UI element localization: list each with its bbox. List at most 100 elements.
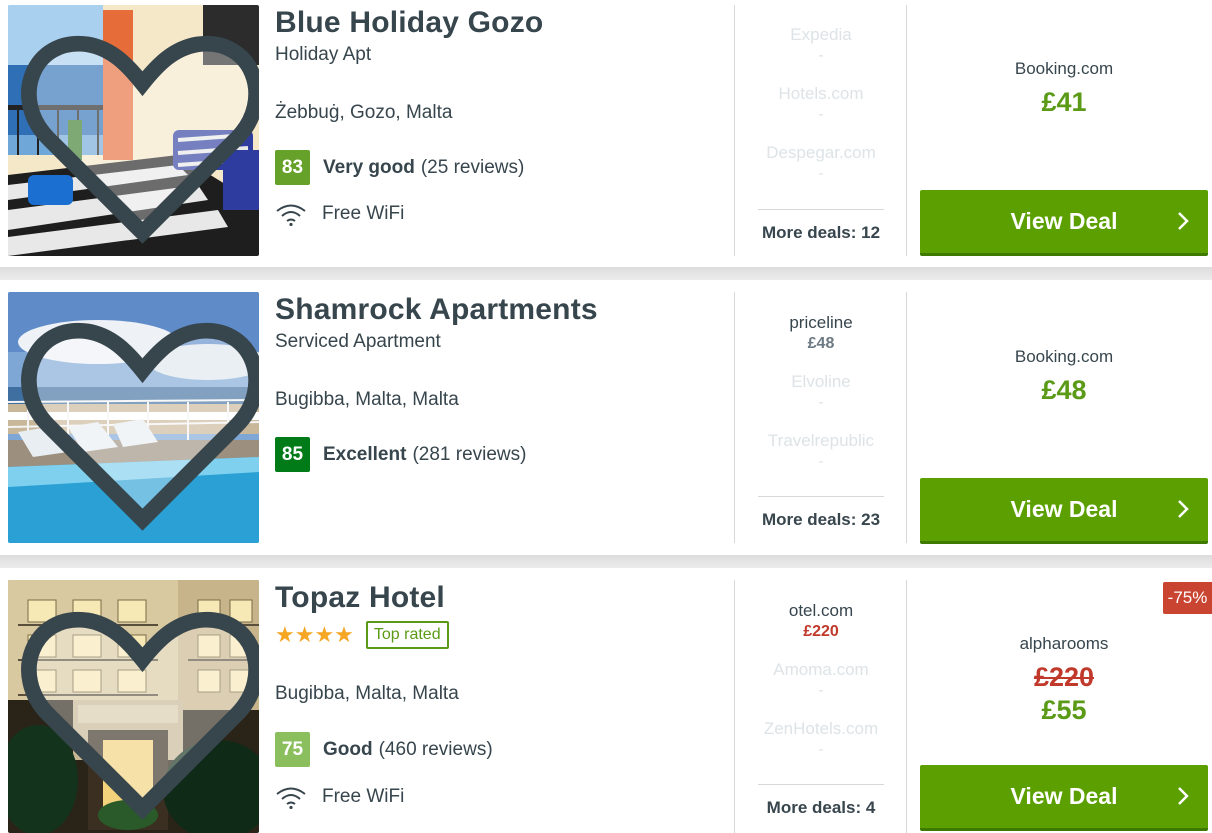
deal-site: Travelrepublic xyxy=(767,431,875,450)
hotel-photo[interactable] xyxy=(8,580,259,833)
hotel-card[interactable]: Shamrock Apartments Serviced Apartment B… xyxy=(0,280,1212,555)
hotel-info: Topaz Hotel ★★★★ Top rated Bugibba, Malt… xyxy=(275,581,725,809)
score-badge: 75 xyxy=(275,732,310,767)
best-deal-price: £55 xyxy=(1041,695,1087,725)
heart-icon[interactable] xyxy=(17,300,259,543)
score-badge: 83 xyxy=(275,150,310,185)
hotel-location: Bugibba, Malta, Malta xyxy=(275,683,459,704)
deal-item[interactable]: Hotels.com - xyxy=(736,84,906,143)
rating-row: 85 Excellent (281 reviews) xyxy=(275,437,526,472)
amenity-row: Free WiFi xyxy=(275,785,404,809)
divider xyxy=(734,580,735,833)
rating-word: Very good xyxy=(323,156,415,178)
other-deals: Expedia - Hotels.com - Despegar.com - Mo… xyxy=(736,25,906,255)
heart-icon[interactable] xyxy=(17,13,259,256)
hotel-name[interactable]: Topaz Hotel xyxy=(275,581,725,615)
review-count: (460 reviews) xyxy=(378,738,493,760)
deal-price: - xyxy=(818,741,824,758)
deal-item[interactable]: Expedia - xyxy=(736,25,906,84)
deal-price: - xyxy=(818,453,824,470)
divider xyxy=(906,580,907,833)
deal-item[interactable]: Despegar.com - xyxy=(736,143,906,202)
rating-row: 75 Good (460 reviews) xyxy=(275,732,493,767)
deal-price: - xyxy=(818,165,824,182)
deal-price: £220 xyxy=(803,623,839,640)
view-deal-label: View Deal xyxy=(1010,783,1118,809)
divider xyxy=(734,5,735,256)
other-deals: priceline £48 Elvoline - Travelrepublic … xyxy=(736,313,906,543)
deal-price: - xyxy=(818,394,824,411)
view-deal-label: View Deal xyxy=(1010,208,1118,234)
top-rated-badge: Top rated xyxy=(365,621,449,649)
more-deals-link[interactable]: More deals: 23 xyxy=(736,510,906,530)
best-deal: Booking.com £48 xyxy=(920,347,1208,406)
deal-site: otel.com xyxy=(788,601,854,620)
rating-row: 83 Very good (25 reviews) xyxy=(275,150,524,185)
best-deal-site: Booking.com xyxy=(1014,347,1114,366)
deal-site: Amoma.com xyxy=(773,660,869,679)
more-deals-link[interactable]: More deals: 4 xyxy=(736,798,906,818)
deal-site: priceline xyxy=(789,313,853,332)
star-rating: ★★★★ xyxy=(275,622,354,647)
card-separator xyxy=(0,555,1212,567)
hotel-name[interactable]: Shamrock Apartments xyxy=(275,293,725,327)
deal-item[interactable]: Elvoline - xyxy=(736,372,906,431)
wifi-icon xyxy=(276,204,306,226)
hotel-type: Holiday Apt xyxy=(275,44,372,65)
hotel-card[interactable]: Topaz Hotel ★★★★ Top rated Bugibba, Malt… xyxy=(0,568,1212,833)
best-deal: Booking.com £41 xyxy=(920,59,1208,118)
card-separator xyxy=(0,267,1212,279)
hotel-type: Serviced Apartment xyxy=(275,331,441,352)
hotel-photo[interactable] xyxy=(8,5,259,256)
hotel-location: Bugibba, Malta, Malta xyxy=(275,389,459,410)
hotel-name[interactable]: Blue Holiday Gozo xyxy=(275,6,725,40)
amenity-label: Free WiFi xyxy=(322,203,405,224)
deal-item[interactable]: ZenHotels.com - xyxy=(736,719,906,778)
deal-site: Expedia xyxy=(790,25,852,44)
hotel-info: Blue Holiday Gozo Holiday Apt Żebbuġ, Go… xyxy=(275,6,725,226)
heart-icon[interactable] xyxy=(17,588,259,833)
other-deals: otel.com £220 Amoma.com - ZenHotels.com … xyxy=(736,601,906,831)
view-deal-button[interactable]: View Deal xyxy=(920,190,1208,256)
more-deals-link[interactable]: More deals: 12 xyxy=(736,223,906,243)
deal-price: - xyxy=(818,47,824,64)
best-deal-site: alpharooms xyxy=(1019,634,1109,653)
divider xyxy=(906,292,907,543)
divider xyxy=(906,5,907,256)
hotel-photo[interactable] xyxy=(8,292,259,543)
score-badge: 85 xyxy=(275,437,310,472)
hotel-card[interactable]: Blue Holiday Gozo Holiday Apt Żebbuġ, Go… xyxy=(0,0,1212,267)
best-deal-site: Booking.com xyxy=(1014,59,1114,78)
best-deal-price: £41 xyxy=(1041,87,1087,117)
rating-word: Good xyxy=(323,738,373,760)
view-deal-button[interactable]: View Deal xyxy=(920,765,1208,831)
deal-item[interactable]: Travelrepublic - xyxy=(736,431,906,490)
amenity-label: Free WiFi xyxy=(322,786,405,807)
hotel-location: Żebbuġ, Gozo, Malta xyxy=(275,102,453,123)
divider xyxy=(758,209,884,210)
divider xyxy=(758,784,884,785)
deal-site: Elvoline xyxy=(791,372,851,391)
view-deal-button[interactable]: View Deal xyxy=(920,478,1208,544)
original-price: £220 xyxy=(1033,662,1095,692)
discount-badge: -75% xyxy=(1163,582,1212,614)
review-count: (25 reviews) xyxy=(420,156,525,178)
stars-row: ★★★★ Top rated xyxy=(275,621,725,649)
chevron-right-icon xyxy=(1178,500,1189,518)
deal-item[interactable]: priceline £48 xyxy=(736,313,906,372)
deal-item[interactable]: Amoma.com - xyxy=(736,660,906,719)
deal-price: - xyxy=(818,682,824,699)
best-deal: alpharooms £220 £55 xyxy=(920,634,1208,726)
wifi-icon xyxy=(276,787,306,809)
divider xyxy=(758,496,884,497)
chevron-right-icon xyxy=(1178,212,1189,230)
rating-word: Excellent xyxy=(323,443,407,465)
deal-price: £48 xyxy=(807,335,835,352)
deal-item[interactable]: otel.com £220 xyxy=(736,601,906,660)
divider xyxy=(734,292,735,543)
deal-site: Hotels.com xyxy=(778,84,864,103)
review-count: (281 reviews) xyxy=(412,443,527,465)
deal-site: ZenHotels.com xyxy=(763,719,879,738)
best-deal-price: £48 xyxy=(1041,375,1087,405)
chevron-right-icon xyxy=(1178,787,1189,805)
